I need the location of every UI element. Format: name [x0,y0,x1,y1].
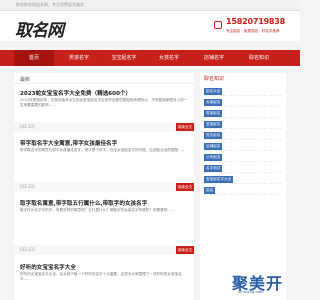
sidebar-item[interactable]: 起名大全 [204,87,282,96]
article-summary: 好听的女宝宝名字大全，给女孩子取一个好听的名字十分重要，这里为大家整理了一些好听… [20,272,182,281]
phone-icon [214,21,222,29]
article-title[interactable]: 好听的女宝宝名字大全 [20,263,76,271]
sidebar-tag[interactable]: 男孩起名 [204,110,223,117]
article-title[interactable]: 2023蛇女宝宝名字大全免费（精选600个） [20,89,131,97]
site-logo[interactable]: 取名网 [15,16,64,41]
read-more-button[interactable]: 阅读全文 [176,183,194,191]
article-meta: [02-23] 阅读全文 [14,122,194,132]
article-meta: [02-23] 阅读全文 [14,182,194,192]
article-date: [02-23] [20,124,35,129]
article-summary: 2023年是癸卯年，在癸卯兔年出生的女宝宝起名字应该符合哪些属相的命理特点，不同… [20,98,188,107]
sidebar-item[interactable]: 宝宝起名字大全 [204,175,282,184]
watermark-url: xinnlang.com [238,289,264,294]
sidebar-item[interactable]: 男孩起名 [204,109,282,118]
sidebar-tag[interactable]: 店铺起名 [204,143,223,150]
sidebar-item[interactable]: 姓氏起名 [204,131,282,140]
sidebar-item[interactable]: 宝宝起名 [204,120,282,129]
article-title[interactable]: 带字取名字大全寓意,带字女孩最佳名字 [20,139,117,147]
breadcrumb-label: 最新 [20,77,31,83]
header: 取名网 15820719838 专注起名 · 免费测名 · 好名字推荐 [0,11,300,41]
sidebar-tag[interactable]: 女孩起名 [204,99,223,106]
sidebar: 取名知识 起名大全 女孩起名 男孩起名 宝宝起名 姓氏起名 店铺起名 公司起名 … [200,73,286,300]
nav-item-home[interactable]: 首页 [14,50,54,66]
article-item: 带字取名字大全寓意,带字女孩最佳名字 带字取名字的寓意与带字女孩最佳名字，带字是… [14,139,194,193]
nav-item-boys[interactable]: 男孩名字 [59,50,99,66]
top-bar: 取名取名网起名网，专注免费起名服务 [0,0,300,11]
article-meta: [02-23] 阅读全文 [14,245,194,255]
sidebar-item[interactable]: 起名 [204,186,282,195]
article-item: 2023蛇女宝宝名字大全免费（精选600个） 2023年是癸卯年，在癸卯兔年出生… [14,89,194,133]
sidebar-tag[interactable]: 宝宝起名字大全 [204,176,234,183]
sidebar-tag[interactable]: 起名 [204,187,216,194]
article-date: [02-23] [20,184,35,189]
sidebar-tag[interactable]: 起名大全 [204,88,223,95]
article-date: [02-23] [20,247,35,252]
article-item: 取字取名寓意,带字取五行属什么,带取字的女孩名字 取字作为名字中的字，有着怎样的… [14,199,194,257]
sidebar-item[interactable]: 店铺起名 [204,142,282,151]
main-nav: 首页 男孩名字 宝宝起名字 女孩名字 店铺名字 取名知识 [0,50,300,66]
topbar-text: 取名取名网起名网，专注免费起名服务 [16,2,84,7]
nav-item-knowledge[interactable]: 取名知识 [239,50,279,66]
sidebar-tag[interactable]: 姓氏起名 [204,132,223,139]
nav-item-shop[interactable]: 店铺名字 [194,50,234,66]
article-list: 最新 2023蛇女宝宝名字大全免费（精选600个） 2023年是癸卯年，在癸卯兔… [14,73,194,300]
sidebar-tag[interactable]: 公司起名 [204,154,223,161]
article-summary: 带字取名字的寓意与带字女孩最佳名字，带字是个好字，在给女孩起名字的时候，应选取合… [20,148,186,152]
article-item: 好听的女宝宝名字大全 好听的女宝宝名字大全，给女孩子取一个好听的名字十分重要，这… [14,263,194,300]
article-summary: 取字作为名字中的字，有着怎样的寓意呢？五行属什么？带取字的女孩名字有哪些？来看看… [20,208,175,212]
article-title[interactable]: 取字取名寓意,带字取五行属什么,带取字的女孩名字 [20,199,147,207]
sidebar-tag[interactable]: 名字测试 [204,165,223,172]
sidebar-tag[interactable]: 宝宝起名 [204,121,223,128]
breadcrumb: 最新 [14,73,194,84]
sidebar-item[interactable]: 女孩起名 [204,98,282,107]
sidebar-title: 取名知识 [204,76,225,82]
phone-subtitle: 专注起名 · 免费测名 · 好名字推荐 [226,29,280,33]
sidebar-item[interactable]: 公司起名 [204,153,282,162]
read-more-button[interactable]: 阅读全文 [176,246,194,254]
nav-item-baby[interactable]: 宝宝起名字 [104,50,144,66]
phone-number: 15820719838 [226,17,286,26]
sidebar-item[interactable]: 名字测试 [204,164,282,173]
read-more-button[interactable]: 阅读全文 [176,123,194,131]
nav-item-girls[interactable]: 女孩名字 [149,50,189,66]
